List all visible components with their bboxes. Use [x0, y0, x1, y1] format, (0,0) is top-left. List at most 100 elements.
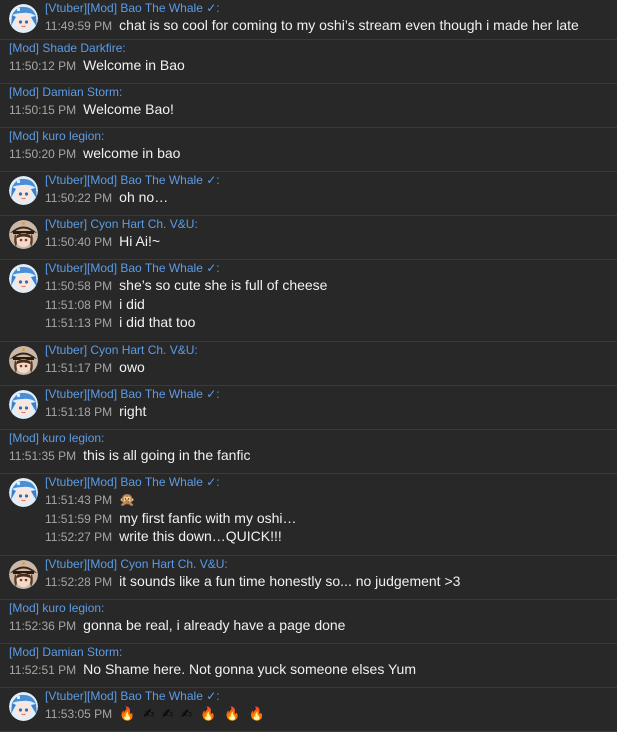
timestamp: 11:52:36 PM: [9, 619, 77, 633]
message-line: 11:51:13 PM i did that too: [45, 314, 195, 332]
chat-message: [Vtuber] Cyon Hart Ch. V&U: 11:51:17 PM ow…: [0, 342, 617, 386]
chat-log: [Vtuber][Mod] Bao The Whale ✓: 11:49:59 P…: [0, 0, 617, 732]
emoji-icon: ✍: [181, 706, 193, 721]
message-line: 11:51:59 PM my first fanfic with my oshi…: [45, 510, 297, 528]
timestamp: 11:52:27 PM: [45, 530, 113, 544]
author-name[interactable]: [Vtuber][Mod] Bao The Whale ✓:: [45, 173, 220, 187]
author-name[interactable]: [Mod] kuro legion:: [9, 431, 104, 445]
message-line: 11:50:40 PM Hi Ai!~: [45, 233, 160, 251]
message-line: 11:50:20 PM welcome in bao: [9, 145, 180, 163]
emoji-icon: ✍: [162, 706, 174, 721]
author-name[interactable]: [Mod] Shade Darkfire:: [9, 41, 126, 55]
message-line: 11:52:28 PM it sounds like a fun time hon…: [45, 573, 460, 591]
timestamp: 11:50:58 PM: [45, 279, 113, 293]
author-name[interactable]: [Mod] Damian Storm:: [9, 85, 122, 99]
message-line: 11:52:36 PM gonna be real, i already have…: [9, 617, 345, 635]
timestamp: 11:52:51 PM: [9, 663, 77, 677]
message-line: 11:50:58 PM she’s so cute she is full of …: [45, 277, 327, 295]
timestamp: 11:52:28 PM: [45, 575, 113, 589]
message-line: 11:51:43 PM 🙊: [45, 491, 143, 509]
bao-avatar[interactable]: [9, 264, 38, 293]
author-name[interactable]: [Vtuber][Mod] Bao The Whale ✓:: [45, 475, 220, 489]
message-line: 11:52:27 PM write this down…QUICK!!!: [45, 528, 282, 546]
bao-avatar[interactable]: [9, 176, 38, 205]
message-text: gonna be real, i already have a page don…: [83, 617, 346, 633]
timestamp: 11:51:17 PM: [45, 361, 113, 375]
timestamp: 11:53:05 PM: [45, 707, 113, 721]
message-line: 11:51:18 PM right: [45, 403, 146, 421]
message-text: write this down…QUICK!!!: [119, 528, 282, 544]
chat-message: [Mod] kuro legion: 11:51:35 PM this is all…: [0, 430, 617, 474]
emoji-icon: 🔥: [119, 706, 136, 721]
timestamp: 11:50:15 PM: [9, 103, 77, 117]
message-text: this is all going in the fanfic: [83, 447, 251, 463]
author-name[interactable]: [Mod] kuro legion:: [9, 601, 104, 615]
chat-message: [Mod] Damian Storm: 11:52:51 PM No Shame h…: [0, 644, 617, 688]
timestamp: 11:50:40 PM: [45, 235, 113, 249]
timestamp: 11:51:13 PM: [45, 316, 113, 330]
bao-avatar[interactable]: [9, 4, 38, 33]
timestamp: 11:51:08 PM: [45, 297, 113, 312]
chat-message: [Mod] kuro legion: 11:50:20 PM welcome in …: [0, 128, 617, 172]
author-name[interactable]: [Vtuber][Mod] Bao The Whale ✓:: [45, 1, 220, 15]
chat-message: [Vtuber][Mod] Bao The Whale ✓: 11:50:58 P…: [0, 260, 617, 342]
chat-message: [Vtuber][Mod] Bao The Whale ✓: 11:51:43 P…: [0, 474, 617, 556]
message-text: i did: [119, 295, 145, 312]
emoji-icon: ✍: [143, 706, 155, 721]
message-line: 11:52:51 PM No Shame here. Not gonna yuck…: [9, 661, 416, 679]
cyon-avatar[interactable]: [9, 346, 38, 375]
author-name[interactable]: [Mod] Damian Storm:: [9, 645, 122, 659]
bao-avatar[interactable]: [9, 478, 38, 507]
message-line: 11:50:15 PM Welcome Bao!: [9, 101, 174, 119]
cyon-avatar[interactable]: [9, 560, 38, 589]
message-text: oh no…: [119, 189, 169, 205]
chat-message: [Mod] Damian Storm: 11:50:15 PM Welcome Ba…: [0, 84, 617, 128]
timestamp: 11:50:12 PM: [9, 59, 77, 73]
emoji-icon: 🔥: [200, 706, 217, 721]
message-line: 11:53:05 PM 🔥 ✍ ✍ ✍ 🔥 🔥 🔥: [45, 705, 273, 723]
emoji-icon: 🙊: [119, 492, 136, 507]
author-name[interactable]: [Vtuber] Cyon Hart Ch. V&U:: [45, 343, 198, 357]
message-line: 11:51:08 PM i did: [45, 296, 145, 314]
message-line: 11:50:22 PM oh no…: [45, 189, 168, 207]
bao-avatar[interactable]: [9, 692, 38, 721]
message-text: she’s so cute she is full of cheese: [119, 277, 328, 293]
message-line: 11:50:12 PM Welcome in Bao: [9, 57, 185, 75]
author-name[interactable]: [Vtuber][Mod] Bao The Whale ✓:: [45, 261, 220, 275]
author-name[interactable]: [Vtuber][Mod] Bao The Whale ✓:: [45, 387, 220, 401]
message-line: 11:49:59 PM chat is so cool for coming to…: [45, 17, 579, 35]
chat-message: [Vtuber][Mod] Bao The Whale ✓: 11:53:05 P…: [0, 688, 617, 732]
chat-message: [Mod] kuro legion: 11:52:36 PM gonna be re…: [0, 600, 617, 644]
timestamp: 11:50:22 PM: [45, 191, 113, 205]
chat-message: [Vtuber] Cyon Hart Ch. V&U: 11:50:40 PM Hi…: [0, 216, 617, 260]
chat-message: [Vtuber][Mod] Cyon Hart Ch. V&U: 11:52:28…: [0, 556, 617, 600]
message-text: it sounds like a fun time honestly so...…: [119, 573, 461, 589]
message-text: owo: [119, 359, 145, 375]
chat-message: [Mod] Shade Darkfire: 11:50:12 PM Welcome …: [0, 40, 617, 84]
message-text: right: [119, 403, 147, 419]
message-text: Welcome Bao!: [83, 101, 174, 117]
timestamp: 11:51:18 PM: [45, 405, 113, 419]
timestamp: 11:51:59 PM: [45, 511, 113, 526]
message-text: my first fanfic with my oshi…: [119, 509, 297, 526]
timestamp: 11:51:35 PM: [9, 449, 77, 463]
author-name[interactable]: [Vtuber][Mod] Bao The Whale ✓:: [45, 689, 220, 703]
chat-message: [Vtuber][Mod] Bao The Whale ✓: 11:50:22 P…: [0, 172, 617, 216]
author-name[interactable]: [Mod] kuro legion:: [9, 129, 104, 143]
timestamp: 11:50:20 PM: [9, 147, 77, 161]
emoji-icon: 🔥: [248, 706, 265, 721]
message-text: i did that too: [119, 314, 196, 330]
timestamp: 11:49:59 PM: [45, 19, 113, 33]
author-name[interactable]: [Vtuber][Mod] Cyon Hart Ch. V&U:: [45, 557, 228, 571]
bao-avatar[interactable]: [9, 390, 38, 419]
message-line: 11:51:17 PM owo: [45, 359, 145, 377]
chat-message: [Vtuber][Mod] Bao The Whale ✓: 11:49:59 P…: [0, 0, 617, 40]
author-name[interactable]: [Vtuber] Cyon Hart Ch. V&U:: [45, 217, 198, 231]
cyon-avatar[interactable]: [9, 220, 38, 249]
message-text: welcome in bao: [83, 145, 181, 161]
message-text: Hi Ai!~: [119, 233, 161, 249]
message-line: 11:51:35 PM this is all going in the fanf…: [9, 447, 250, 465]
chat-message: [Vtuber][Mod] Bao The Whale ✓: 11:51:18 P…: [0, 386, 617, 430]
timestamp: 11:51:43 PM: [45, 493, 113, 507]
message-text: chat is so cool for coming to my oshi’s …: [119, 17, 579, 33]
